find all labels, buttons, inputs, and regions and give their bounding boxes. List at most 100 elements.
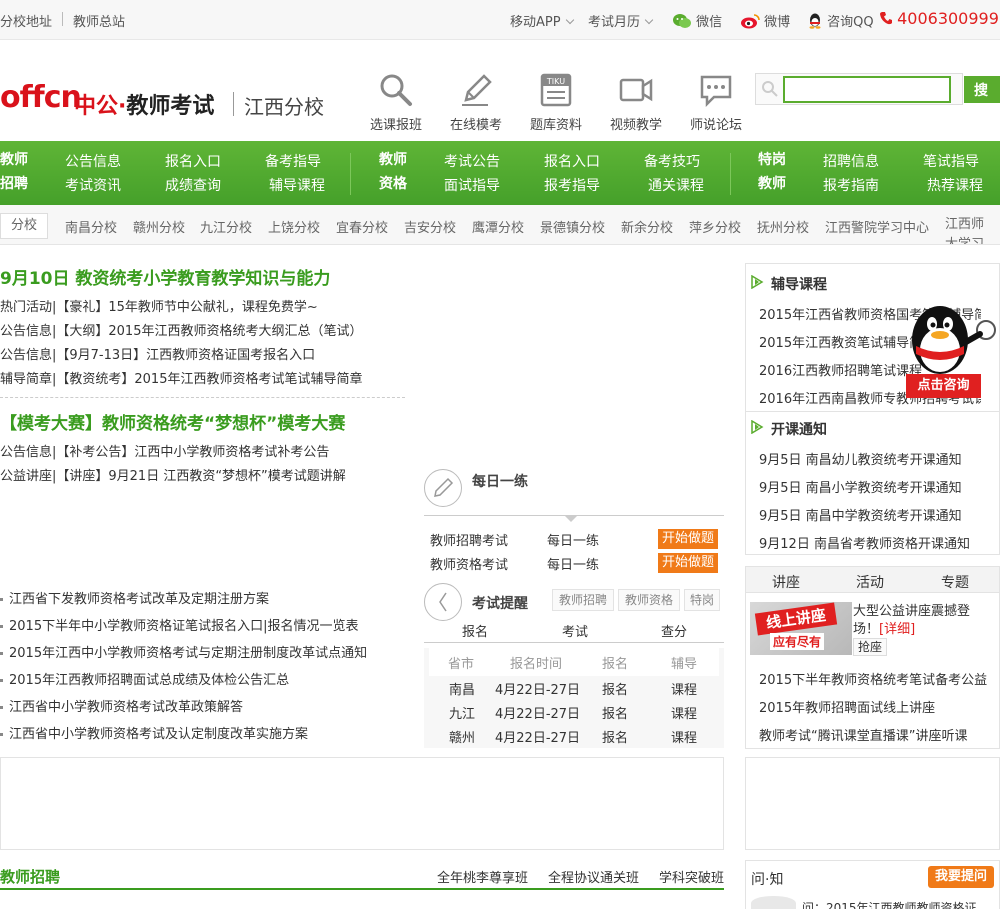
nav-forum[interactable]: 师说论坛 bbox=[681, 72, 751, 133]
news-item[interactable]: 热门活动|【豪礼】15年教师节中公献礼，课程免费学~ bbox=[0, 296, 318, 315]
qq-consult-button[interactable]: 点击咨询 bbox=[906, 374, 981, 398]
opening-item[interactable]: 9月5日 南昌小学教资统考开课通知 bbox=[759, 477, 994, 496]
logo-offcn[interactable]: offcn bbox=[0, 80, 82, 115]
opening-item[interactable]: 9月5日 南昌中学教资统考开课通知 bbox=[759, 505, 994, 524]
branch-link[interactable]: 景德镇分校 bbox=[540, 217, 605, 236]
weibo-link[interactable]: 微博 bbox=[740, 11, 790, 30]
bottom-tab[interactable]: 全程协议通关班 bbox=[548, 867, 639, 886]
table-cell-signup-link[interactable]: 报名 bbox=[602, 727, 628, 746]
branch-link[interactable]: 江西警院学习中心 bbox=[825, 217, 929, 236]
headline-1[interactable]: 9月10日 教资统考小学教育教学知识与能力 bbox=[0, 264, 330, 289]
news-item[interactable]: 公告信息|【补考公告】江西中小学教师资格考试补考公告 bbox=[0, 441, 329, 460]
list-item[interactable]: 江西省中小学教师资格考试及认定制度改革实施方案 bbox=[0, 723, 308, 742]
wechat-link[interactable]: 微信 bbox=[672, 11, 722, 30]
nav-group-head-recruit[interactable]: 教师 招聘 bbox=[0, 148, 28, 196]
nav-cert-interview[interactable]: 面试指导 bbox=[444, 175, 500, 195]
bottom-tab[interactable]: 学科突破班 bbox=[659, 867, 724, 886]
list-item[interactable]: 2015年江西中小学教师资格考试与定期注册制度改革试点通知 bbox=[0, 642, 367, 661]
nav-recruit-score[interactable]: 成绩查询 bbox=[165, 175, 221, 195]
col-signup[interactable]: 报名 bbox=[462, 621, 488, 640]
nav-special-course[interactable]: 热荐课程 bbox=[927, 175, 983, 195]
news-item[interactable]: 公益讲座|【讲座】9月21日 江西教资“梦想杯”模考试题讲解 bbox=[0, 465, 346, 484]
nav-cert-signup[interactable]: 报名入口 bbox=[544, 151, 600, 171]
branch-link[interactable]: 抚州分校 bbox=[757, 217, 809, 236]
tab-lecture[interactable]: 讲座 bbox=[772, 572, 800, 592]
lecture-item[interactable]: 2015年教师招聘面试线上讲座 bbox=[759, 697, 991, 716]
list-item[interactable]: 2015年江西教师招聘面试总成绩及体检公告汇总 bbox=[0, 669, 289, 688]
nav-cert-guide[interactable]: 报考指导 bbox=[544, 175, 600, 195]
lecture-item[interactable]: 2015下半年教师资格统考笔试备考公益 bbox=[759, 669, 991, 688]
branch-link[interactable]: 新余分校 bbox=[621, 217, 673, 236]
nav-cert-notice[interactable]: 考试公告 bbox=[444, 151, 500, 171]
nav-group-head-cert[interactable]: 教师 资格 bbox=[379, 148, 407, 196]
nav-recruit-news[interactable]: 考试资讯 bbox=[65, 175, 121, 195]
exam-tab-cert[interactable]: 教师资格 bbox=[618, 589, 680, 611]
nav-recruit-notice[interactable]: 公告信息 bbox=[65, 151, 121, 171]
nav-special-written[interactable]: 笔试指导 bbox=[923, 151, 979, 171]
nav-cert-course[interactable]: 通关课程 bbox=[648, 175, 704, 195]
exam-tab-recruit[interactable]: 教师招聘 bbox=[552, 589, 614, 611]
bottom-tab[interactable]: 全年桃李尊享班 bbox=[437, 867, 528, 886]
col-exam[interactable]: 考试 bbox=[562, 621, 588, 640]
qa-item[interactable]: 问：2015年江西教师教师资格证 bbox=[802, 899, 997, 909]
start-practice-button[interactable]: 开始做题 bbox=[658, 529, 718, 549]
list-item[interactable]: 2015下半年中小学教师资格证笔试报名入口|报名情况一览表 bbox=[0, 615, 358, 634]
news-item[interactable]: 公告信息|【大纲】2015年江西教师资格统考大纲汇总（笔试） bbox=[0, 320, 362, 339]
news-item[interactable]: 公告信息|【9月7-13日】江西教师资格证国考报名入口 bbox=[0, 344, 315, 363]
search-input[interactable] bbox=[783, 76, 951, 103]
nav-special-recruit[interactable]: 招聘信息 bbox=[823, 151, 879, 171]
branch-link[interactable]: 九江分校 bbox=[200, 217, 252, 236]
qq-consult-link[interactable]: 咨询QQ bbox=[807, 11, 874, 30]
lecture-desc[interactable]: 大型公益讲座震撼登场！[详细] bbox=[853, 603, 993, 639]
branch-link[interactable]: 南昌分校 bbox=[65, 217, 117, 236]
lecture-image[interactable]: 线上讲座 应有尽有 bbox=[750, 602, 852, 655]
opening-item[interactable]: 9月12日 南昌省考教师资格开课通知 bbox=[759, 533, 994, 552]
nav-group-head-special[interactable]: 特岗 教师 bbox=[758, 148, 786, 196]
table-cell-course-link[interactable]: 课程 bbox=[671, 703, 697, 722]
qq-consult-float[interactable]: 点击咨询 bbox=[900, 298, 1000, 400]
branch-link[interactable]: 宜春分校 bbox=[336, 217, 388, 236]
tab-activity[interactable]: 活动 bbox=[856, 572, 884, 592]
lecture-detail-link[interactable]: [详细] bbox=[879, 622, 915, 637]
grab-seat-button[interactable]: 抢座 bbox=[853, 638, 888, 656]
ad-banner[interactable] bbox=[0, 757, 724, 850]
exam-tab-special[interactable]: 特岗 bbox=[684, 589, 720, 611]
exam-calendar-menu[interactable]: 考试月历 bbox=[588, 11, 654, 30]
table-cell-course-link[interactable]: 课程 bbox=[671, 679, 697, 698]
lecture-item[interactable]: 教师考试“腾讯课堂直播课”讲座听课 bbox=[759, 725, 991, 744]
opening-item[interactable]: 9月5日 南昌幼儿教资统考开课通知 bbox=[759, 449, 994, 468]
nav-special-guide[interactable]: 报考指南 bbox=[823, 175, 879, 195]
list-item[interactable]: 江西省中小学教师资格考试改革政策解答 bbox=[0, 696, 243, 715]
nav-course-select[interactable]: 选课报班 bbox=[361, 72, 431, 133]
nav-cert-tips[interactable]: 备考技巧 bbox=[644, 151, 700, 171]
tab-topic[interactable]: 专题 bbox=[941, 572, 969, 592]
nav-recruit-signup[interactable]: 报名入口 bbox=[165, 151, 221, 171]
branch-link[interactable]: 上饶分校 bbox=[268, 217, 320, 236]
mobile-app-menu[interactable]: 移动APP bbox=[510, 11, 574, 30]
list-item[interactable]: 江西省下发教师资格考试改革及定期注册方案 bbox=[0, 588, 269, 607]
search-button[interactable]: 搜 bbox=[964, 76, 1000, 103]
table-cell-signup-link[interactable]: 报名 bbox=[602, 679, 628, 698]
branch-link[interactable]: 赣州分校 bbox=[133, 217, 185, 236]
hotline[interactable]: 4006300999 bbox=[880, 9, 999, 28]
main-site-link[interactable]: 教师总站 bbox=[73, 11, 125, 30]
col-score[interactable]: 查分 bbox=[661, 621, 687, 640]
nav-online-mock[interactable]: 在线模考 bbox=[441, 72, 511, 133]
branch-link[interactable]: 萍乡分校 bbox=[689, 217, 741, 236]
nav-video-teaching[interactable]: 视频教学 bbox=[601, 72, 671, 133]
branch-address-link[interactable]: 分校地址 bbox=[0, 11, 52, 30]
nav-question-bank[interactable]: TIKU 题库资料 bbox=[521, 72, 591, 133]
logo-text[interactable]: 中公·教师考试 bbox=[74, 88, 214, 120]
nav-recruit-course[interactable]: 辅导课程 bbox=[269, 175, 325, 195]
headline-2[interactable]: 【模考大赛】教师资格统考“梦想杯”模考大赛 bbox=[0, 409, 345, 434]
nav-recruit-guide[interactable]: 备考指导 bbox=[265, 151, 321, 171]
ad-banner-right[interactable] bbox=[745, 757, 1000, 850]
table-cell-course-link[interactable]: 课程 bbox=[671, 727, 697, 746]
branch-link[interactable]: 鹰潭分校 bbox=[472, 217, 524, 236]
table-cell-signup-link[interactable]: 报名 bbox=[602, 703, 628, 722]
branch-link[interactable]: 江西师大学习 bbox=[945, 215, 993, 244]
ask-question-button[interactable]: 我要提问 bbox=[928, 866, 994, 888]
start-practice-button[interactable]: 开始做题 bbox=[658, 553, 718, 573]
news-item[interactable]: 辅导简章|【教资统考】2015年江西教师资格考试笔试辅导简章 bbox=[0, 368, 362, 387]
branch-link[interactable]: 吉安分校 bbox=[404, 217, 456, 236]
